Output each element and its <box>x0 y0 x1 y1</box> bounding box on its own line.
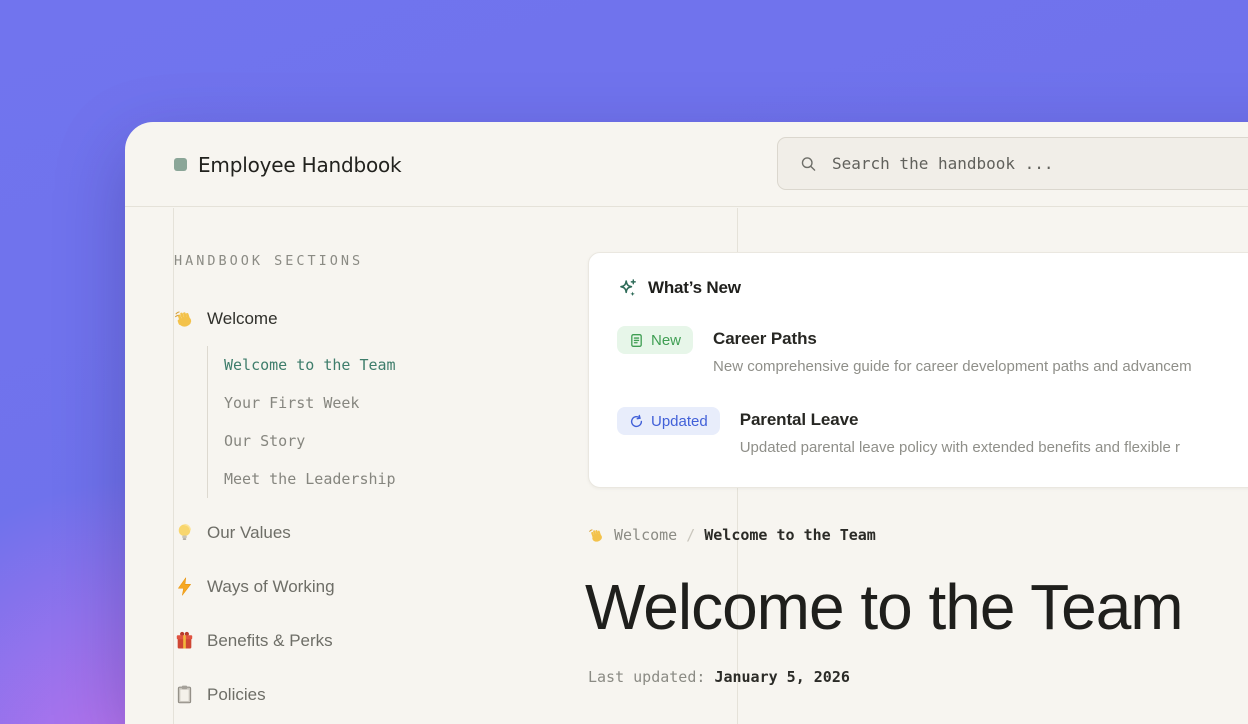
new-badge: New <box>617 326 693 354</box>
desktop-background: Employee Handbook HANDBOOK SECTIONS <box>0 0 1248 724</box>
sidebar-item-label: Policies <box>207 685 266 705</box>
sidebar-subitem-meet-the-leadership[interactable]: Meet the Leadership <box>224 460 396 498</box>
refresh-icon <box>629 414 644 429</box>
handbook-window: Employee Handbook HANDBOOK SECTIONS <box>125 122 1248 724</box>
search-icon <box>800 155 817 172</box>
sidebar-item-label: Benefits & Perks <box>207 631 333 651</box>
whats-new-item-description: Updated parental leave policy with exten… <box>740 439 1180 456</box>
sidebar-subitem-welcome-to-the-team[interactable]: Welcome to the Team <box>224 346 396 384</box>
sidebar-item-label: Ways of Working <box>207 577 335 597</box>
last-updated-value: January 5, 2026 <box>714 668 849 686</box>
sidebar-subitem-our-story[interactable]: Our Story <box>224 422 396 460</box>
search-box[interactable] <box>777 137 1248 190</box>
app-title: Employee Handbook <box>198 153 401 177</box>
gift-icon <box>174 630 195 651</box>
whats-new-item-description: New comprehensive guide for career devel… <box>713 358 1192 375</box>
sidebar-item-ways-of-working[interactable]: Ways of Working <box>174 576 335 597</box>
whats-new-card: What’s New New Career Paths New comprehe… <box>588 252 1248 488</box>
lightbulb-icon <box>174 522 195 543</box>
sidebar-item-policies[interactable]: Policies <box>174 684 266 705</box>
last-updated: Last updated: January 5, 2026 <box>588 668 850 686</box>
waving-hand-icon <box>588 527 605 544</box>
sidebar-item-benefits-perks[interactable]: Benefits & Perks <box>174 630 333 651</box>
sidebar-item-welcome[interactable]: Welcome <box>174 308 278 329</box>
document-icon <box>629 333 644 348</box>
sidebar-item-our-values[interactable]: Our Values <box>174 522 291 543</box>
breadcrumb-current: Welcome to the Team <box>704 526 876 544</box>
badge-label: Updated <box>651 413 708 430</box>
breadcrumb-section[interactable]: Welcome <box>614 526 677 544</box>
sidebar-subitem-your-first-week[interactable]: Your First Week <box>224 384 396 422</box>
sidebar-item-label: Our Values <box>207 523 291 543</box>
waving-hand-icon <box>174 308 195 329</box>
app-header: Employee Handbook <box>125 122 1248 207</box>
search-input[interactable] <box>830 153 1248 174</box>
whats-new-title: What’s New <box>648 278 741 298</box>
whats-new-header: What’s New <box>617 277 1248 298</box>
sidebar-sublist-welcome: Welcome to the Team Your First Week Our … <box>207 346 396 498</box>
breadcrumb-separator: / <box>686 526 695 544</box>
whats-new-item-title: Career Paths <box>713 329 1192 349</box>
badge-label: New <box>651 332 681 349</box>
app-logo-icon <box>174 158 187 171</box>
last-updated-label: Last updated: <box>588 668 705 686</box>
clipboard-icon <box>174 684 195 705</box>
app-brand: Employee Handbook <box>174 122 401 207</box>
lightning-bolt-icon <box>174 576 195 597</box>
sidebar-item-label: Welcome <box>207 309 278 329</box>
whats-new-item-career-paths[interactable]: New Career Paths New comprehensive guide… <box>617 326 1248 375</box>
sidebar-section-label: HANDBOOK SECTIONS <box>174 253 363 269</box>
breadcrumb: Welcome / Welcome to the Team <box>588 526 876 544</box>
whats-new-item-parental-leave[interactable]: Updated Parental Leave Updated parental … <box>617 407 1248 456</box>
updated-badge: Updated <box>617 407 720 435</box>
whats-new-item-title: Parental Leave <box>740 410 1180 430</box>
sparkle-icon <box>617 277 638 298</box>
page-title: Welcome to the Team <box>585 574 1183 641</box>
